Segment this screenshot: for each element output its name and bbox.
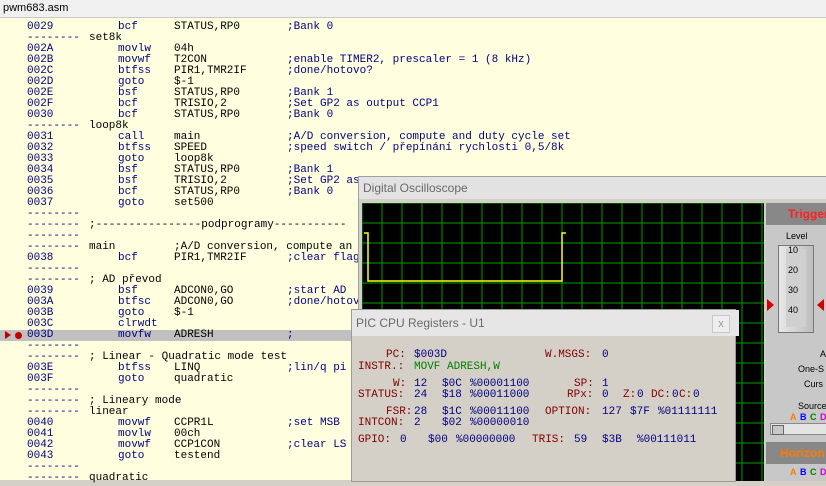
line-mnemonic: movfw — [118, 329, 152, 341]
line-mnemonic: goto — [118, 373, 145, 385]
option-hex: $7F — [630, 406, 650, 418]
pc-label: PC: — [386, 349, 406, 361]
line-comment: ;set MSB — [287, 417, 340, 429]
line-comment: ;speed switch / přepínání rychlosti 0,5/… — [287, 142, 565, 154]
line-operand: STATUS,RP0 — [174, 109, 241, 121]
intcon-label: INTCON: — [358, 417, 405, 429]
pc-value: $003D — [414, 349, 448, 361]
status-value: 24 — [414, 389, 428, 401]
trigger-header: Trigger — [766, 203, 826, 225]
z-value: 0 — [637, 389, 644, 401]
line-label: quadratic — [89, 472, 149, 484]
tris-hex: $3B — [602, 434, 622, 446]
level-tick: 10 — [788, 245, 799, 255]
cpu-registers-window[interactable]: PIC CPU Registers - U1 x PC: $003D W.MSG… — [351, 309, 739, 482]
line-comment: ;done/hotovo? — [287, 65, 373, 77]
source-b[interactable]: B — [800, 412, 807, 422]
line-comment: ;Bank 0 — [287, 186, 334, 198]
hz-source-c[interactable]: C — [810, 467, 817, 477]
rpx-label: RPx: — [567, 389, 594, 401]
gpio-hex: $00 — [428, 434, 448, 446]
tris-value: 59 — [574, 434, 588, 446]
dc-label: DC: — [651, 389, 671, 401]
gpio-label: GPIO: — [358, 434, 392, 446]
line-mnemonic: goto — [118, 450, 145, 462]
line-operand: STATUS,RP0 — [174, 21, 241, 33]
line-operand: testend — [174, 450, 221, 462]
source-c[interactable]: C — [810, 412, 817, 422]
wmsgs-label: W.MSGS: — [545, 349, 592, 361]
instr-value: MOVF ADRESH,W — [414, 361, 500, 373]
status-bin: %00011000 — [470, 389, 530, 401]
source-d[interactable]: D — [820, 412, 826, 422]
line-mnemonic: goto — [118, 197, 145, 209]
side-label[interactable]: Curs — [804, 379, 823, 389]
editor-title: pwm683.asm — [0, 0, 826, 18]
line-comment: ;done/hotov — [287, 296, 360, 308]
close-icon[interactable]: x — [712, 315, 730, 333]
source-scrollbar[interactable] — [770, 423, 826, 435]
level-tick: 30 — [788, 285, 799, 295]
code-line[interactable]: 0029 bcf STATUS,RP0 ;Bank 0 — [0, 22, 826, 33]
status-hex: $18 — [442, 389, 462, 401]
oscilloscope-control-panel: Trigger Level 10 20 30 40 A One-S Curs S… — [766, 203, 826, 481]
source-label: Source — [798, 401, 826, 411]
line-operand: $-1 — [174, 307, 194, 319]
level-marker-left-icon — [767, 299, 774, 311]
level-tick: 20 — [788, 265, 799, 275]
z-label: Z: — [623, 389, 637, 401]
option-bin: %01111111 — [658, 406, 718, 418]
hz-source-d[interactable]: D — [820, 467, 826, 477]
cpu-registers-title: PIC CPU Registers - U1 — [352, 310, 739, 336]
line-label: main — [89, 241, 116, 253]
option-label: OPTION: — [545, 406, 592, 418]
wmsgs-value: 0 — [602, 349, 609, 361]
line-comment: ;lin/q pi — [287, 362, 347, 374]
horizontal-header: Horizon — [766, 442, 826, 464]
c-label: C: — [679, 389, 693, 401]
line-operand: set500 — [174, 197, 214, 209]
c-value: 0 — [693, 389, 700, 401]
line-operand: PIR1,TMR2IF — [174, 252, 247, 264]
level-label: Level — [786, 231, 808, 241]
dc-value: 0 — [672, 389, 679, 401]
line-comment: ;clear LS — [287, 439, 347, 451]
line-operand: quadratic — [174, 373, 234, 385]
tris-label: TRIS: — [532, 434, 566, 446]
line-comment: ;clear flag — [287, 252, 360, 264]
instr-label: INSTR.: — [358, 361, 405, 373]
oscilloscope-title: Digital Oscilloscope — [359, 177, 826, 199]
gpio-value: 0 — [400, 434, 407, 446]
cpu-registers-body: PC: $003D W.MSGS: 0 INSTR.: MOVF ADRESH,… — [352, 336, 735, 481]
side-label: A — [820, 349, 826, 359]
execution-arrow-icon — [5, 331, 11, 339]
line-address: -------- — [27, 472, 80, 484]
option-value: 127 — [602, 406, 622, 418]
side-label[interactable]: One-S — [798, 364, 824, 374]
status-label: STATUS: — [358, 389, 405, 401]
line-label: ;----------------podprogramy----------- — [89, 219, 347, 231]
level-tick: 40 — [788, 305, 799, 315]
intcon-bin: %00000010 — [470, 417, 530, 429]
tris-bin: %00111011 — [637, 434, 697, 446]
signal-trace — [364, 232, 566, 282]
hz-source-b[interactable]: B — [800, 467, 807, 477]
line-operand: ADRESH — [174, 329, 214, 341]
intcon-hex: $02 — [442, 417, 462, 429]
line-comment: ;Bank 0 — [287, 21, 334, 33]
breakpoint-icon[interactable] — [15, 332, 22, 339]
rpx-value: 0 — [602, 389, 609, 401]
line-mnemonic: bcf — [118, 252, 138, 264]
hz-source-a[interactable]: A — [790, 467, 797, 477]
source-a[interactable]: A — [790, 412, 797, 422]
level-marker-right-icon — [817, 299, 824, 311]
intcon-value: 2 — [414, 417, 421, 429]
gpio-bin: %00000000 — [456, 434, 516, 446]
line-comment: ;Bank 0 — [287, 109, 334, 121]
line-comment: ; — [287, 329, 294, 341]
